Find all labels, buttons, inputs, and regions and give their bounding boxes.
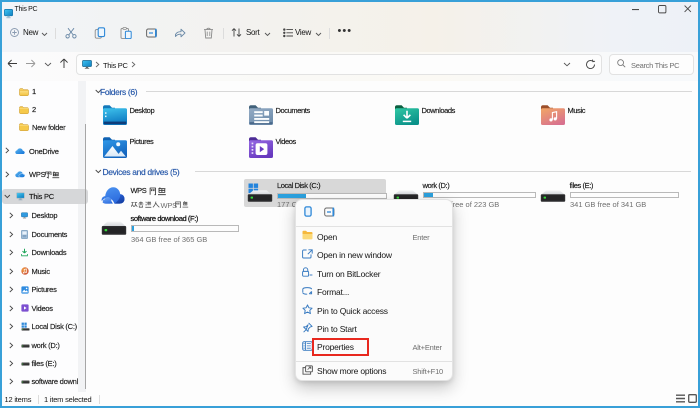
svg-text:WPS: WPS <box>160 201 177 210</box>
